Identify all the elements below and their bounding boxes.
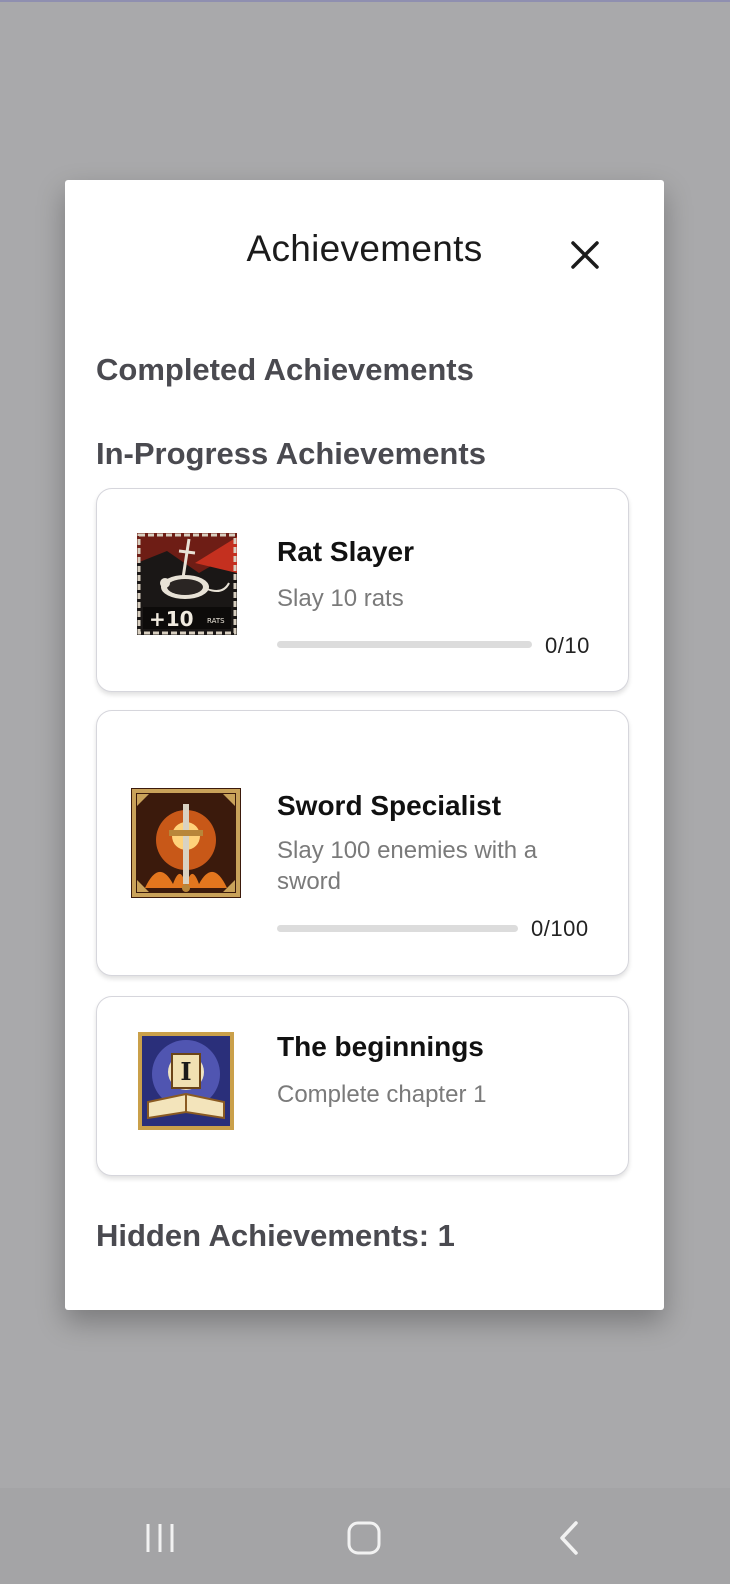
achievement-description: Slay 10 rats bbox=[277, 585, 404, 612]
recents-button[interactable] bbox=[138, 1516, 182, 1560]
back-button[interactable] bbox=[548, 1516, 592, 1560]
close-button[interactable] bbox=[565, 235, 605, 275]
close-icon bbox=[571, 241, 599, 269]
system-navigation-bar bbox=[0, 1488, 730, 1584]
book-badge-text: I bbox=[180, 1057, 191, 1086]
status-bar-edge bbox=[0, 0, 730, 2]
achievement-card-sword-specialist[interactable]: Sword Specialist Slay 100 enemies with a… bbox=[96, 710, 629, 976]
achievement-card-the-beginnings[interactable]: I The beginnings Complete chapter 1 bbox=[96, 996, 629, 1176]
progress-bar bbox=[277, 641, 532, 648]
achievements-modal: Achievements Completed Achievements In-P… bbox=[65, 180, 664, 1310]
achievement-title: Rat Slayer bbox=[277, 536, 414, 567]
book-icon: I bbox=[138, 1032, 234, 1135]
achievement-description: Complete chapter 1 bbox=[277, 1081, 487, 1108]
rat-slayer-badge-text: +10 bbox=[149, 607, 194, 631]
progress-text: 0/100 bbox=[531, 916, 589, 941]
progress-text: 0/10 bbox=[545, 633, 590, 658]
completed-achievements-heading: Completed Achievements bbox=[96, 352, 474, 387]
home-button[interactable] bbox=[342, 1516, 386, 1560]
recents-icon bbox=[146, 1524, 174, 1552]
in-progress-achievements-heading: In-Progress Achievements bbox=[96, 436, 486, 471]
rat-slayer-badge-subtext: RATS bbox=[207, 617, 225, 625]
home-icon bbox=[347, 1521, 381, 1555]
hidden-achievements-label: Hidden Achievements: 1 bbox=[96, 1218, 455, 1253]
back-icon bbox=[560, 1521, 578, 1555]
sword-icon bbox=[131, 788, 241, 903]
progress-bar bbox=[277, 925, 518, 932]
rat-slayer-icon: +10 RATS bbox=[137, 533, 237, 640]
achievement-card-rat-slayer[interactable]: +10 RATS Rat Slayer Slay 10 rats 0/10 bbox=[96, 488, 629, 692]
achievement-title: Sword Specialist bbox=[277, 790, 502, 821]
achievement-description: Slay 100 enemies with a sword bbox=[277, 837, 538, 895]
achievement-title: The beginnings bbox=[277, 1031, 484, 1062]
